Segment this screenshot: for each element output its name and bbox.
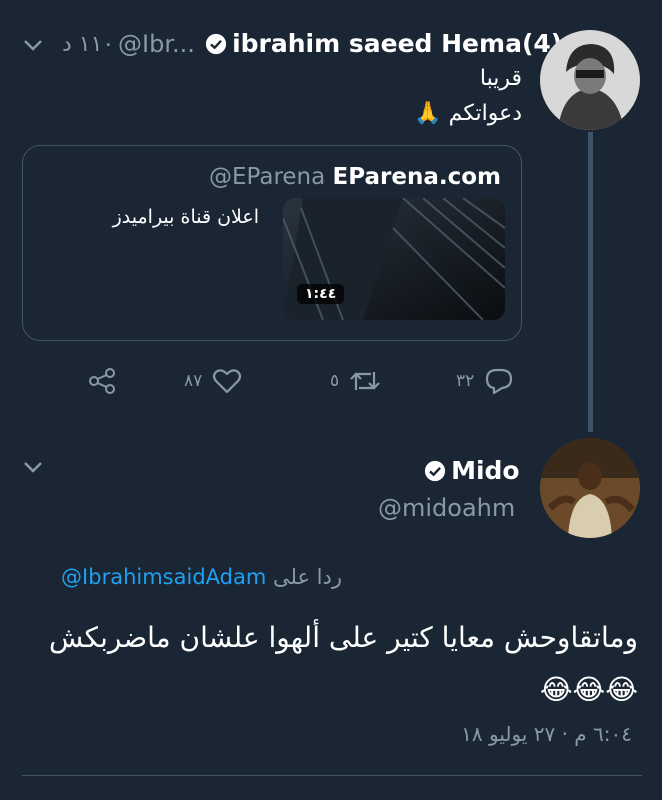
- retweet-button[interactable]: ٥: [330, 368, 381, 394]
- reply-count: ٣٢: [456, 371, 475, 391]
- retweet-count: ٥: [330, 371, 340, 391]
- reply-icon: [486, 368, 513, 395]
- author-name: Mido: [451, 456, 520, 485]
- chevron-down-icon[interactable]: [22, 38, 44, 52]
- tweet-author[interactable]: Mido: [424, 456, 520, 485]
- video-duration: ١:٤٤: [297, 284, 345, 304]
- verified-badge-icon: [424, 460, 446, 482]
- tweet-handle[interactable]: @Ibr...: [118, 30, 195, 58]
- divider: [22, 775, 642, 776]
- chevron-down-icon[interactable]: [22, 460, 44, 474]
- card-handle: @EParena: [208, 164, 326, 190]
- retweet-icon: [350, 372, 380, 390]
- verified-badge-icon: [205, 33, 227, 55]
- reply-button[interactable]: ٣٢: [456, 368, 514, 395]
- link-card[interactable]: @EParena EParena.com اعلان قناة بيراميدز: [22, 145, 522, 341]
- tweet-time: ١١٠ د: [62, 32, 115, 57]
- tweet-text: وماتقاوحش معايا كتير على ألهوا علشان ماض…: [48, 621, 638, 706]
- tweet-author[interactable]: ibrahim saeed Hema(4): [205, 29, 562, 58]
- author-name: ibrahim saeed Hema(4): [232, 29, 563, 58]
- card-title: @EParena EParena.com: [209, 164, 501, 190]
- avatar[interactable]: [540, 438, 640, 538]
- avatar[interactable]: [540, 30, 640, 130]
- tweet-text-line1: قريبا: [479, 66, 522, 91]
- card-site: EParena.com: [332, 164, 501, 190]
- share-button[interactable]: [88, 368, 116, 394]
- video-thumbnail[interactable]: ١:٤٤: [283, 198, 505, 320]
- like-button[interactable]: ٨٧: [184, 368, 242, 394]
- reply-context: @IbrahimsaidAdam ردا على: [61, 565, 342, 589]
- reply-prefix: ردا على: [273, 565, 342, 589]
- like-count: ٨٧: [184, 371, 203, 391]
- share-icon: [89, 368, 115, 394]
- card-description: اعلان قناة بيراميدز: [112, 206, 259, 228]
- avatar-image-icon: [540, 30, 640, 130]
- tweet-handle[interactable]: @midoahm: [378, 494, 515, 522]
- heart-icon: [213, 369, 242, 394]
- tweet-text-line2: دعواتكم 🙏: [414, 101, 522, 126]
- tweet-timestamp: ٦:٠٤ م · ٢٧ يوليو ١٨: [461, 722, 632, 746]
- thread-connector: [588, 132, 593, 432]
- reply-mention-link[interactable]: @IbrahimsaidAdam: [61, 565, 266, 589]
- avatar-image-icon: [540, 438, 640, 538]
